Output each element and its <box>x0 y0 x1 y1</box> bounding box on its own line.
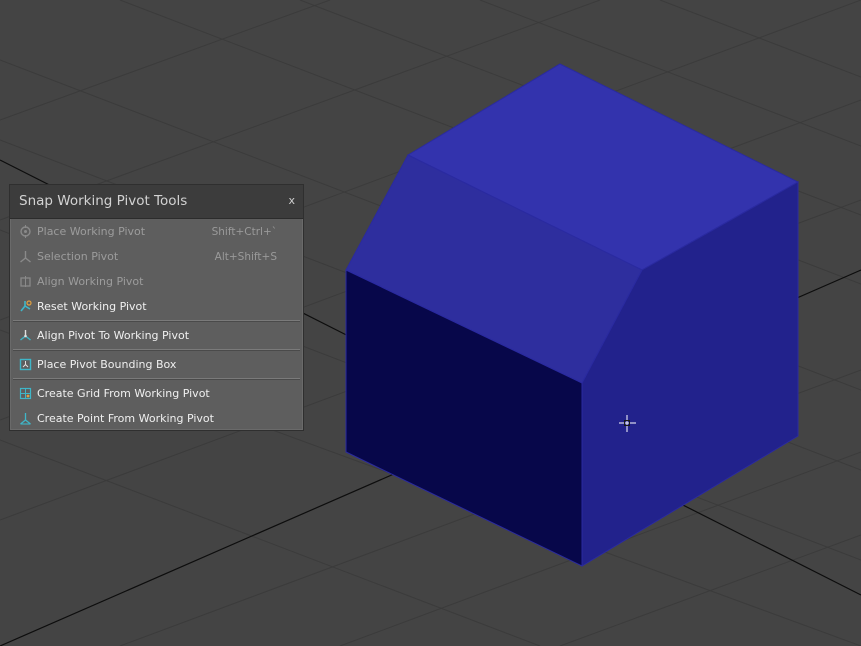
menu-item-shortcut: Alt+Shift+S <box>214 250 277 263</box>
menu-item-create-point-from-working-pivot[interactable]: Create Point From Working Pivot <box>10 406 303 431</box>
align-pivot-icon <box>18 329 32 343</box>
menu-item-selection-pivot[interactable]: Selection Pivot Alt+Shift+S <box>10 244 303 269</box>
menu-item-label: Create Point From Working Pivot <box>37 412 214 425</box>
menu-item-place-working-pivot[interactable]: Place Working Pivot Shift+Ctrl+` <box>10 219 303 244</box>
panel-header[interactable]: Snap Working Pivot Tools x <box>10 185 303 219</box>
menu-item-label: Align Pivot To Working Pivot <box>37 329 190 342</box>
point-icon <box>18 412 32 426</box>
align-working-pivot-icon <box>18 275 32 289</box>
menu-item-label: Selection Pivot <box>37 250 119 263</box>
menu-item-place-pivot-bounding-box[interactable]: Place Pivot Bounding Box <box>10 352 303 377</box>
menu-list: Place Working Pivot Shift+Ctrl+` Selecti… <box>10 219 303 431</box>
panel-title: Snap Working Pivot Tools <box>19 193 188 209</box>
grid-icon <box>18 387 32 401</box>
selection-pivot-icon <box>18 250 32 264</box>
menu-item-align-pivot-to-working-pivot[interactable]: Align Pivot To Working Pivot <box>10 323 303 348</box>
menu-item-create-grid-from-working-pivot[interactable]: Create Grid From Working Pivot <box>10 381 303 406</box>
menu-item-align-working-pivot[interactable]: Align Working Pivot <box>10 269 303 294</box>
menu-item-label: Create Grid From Working Pivot <box>37 387 210 400</box>
menu-item-shortcut: Shift+Ctrl+` <box>211 225 277 238</box>
bounding-box-icon <box>18 358 32 372</box>
menu-item-label: Place Pivot Bounding Box <box>37 358 177 371</box>
menu-item-label: Place Working Pivot <box>37 225 146 238</box>
menu-item-reset-working-pivot[interactable]: Reset Working Pivot <box>10 294 303 319</box>
snap-working-pivot-panel: Snap Working Pivot Tools x Place Working… <box>9 184 304 431</box>
reset-working-pivot-icon <box>18 300 32 314</box>
menu-item-label: Reset Working Pivot <box>37 300 147 313</box>
close-button[interactable]: x <box>288 195 295 207</box>
place-working-pivot-icon <box>18 225 32 239</box>
menu-item-label: Align Working Pivot <box>37 275 144 288</box>
